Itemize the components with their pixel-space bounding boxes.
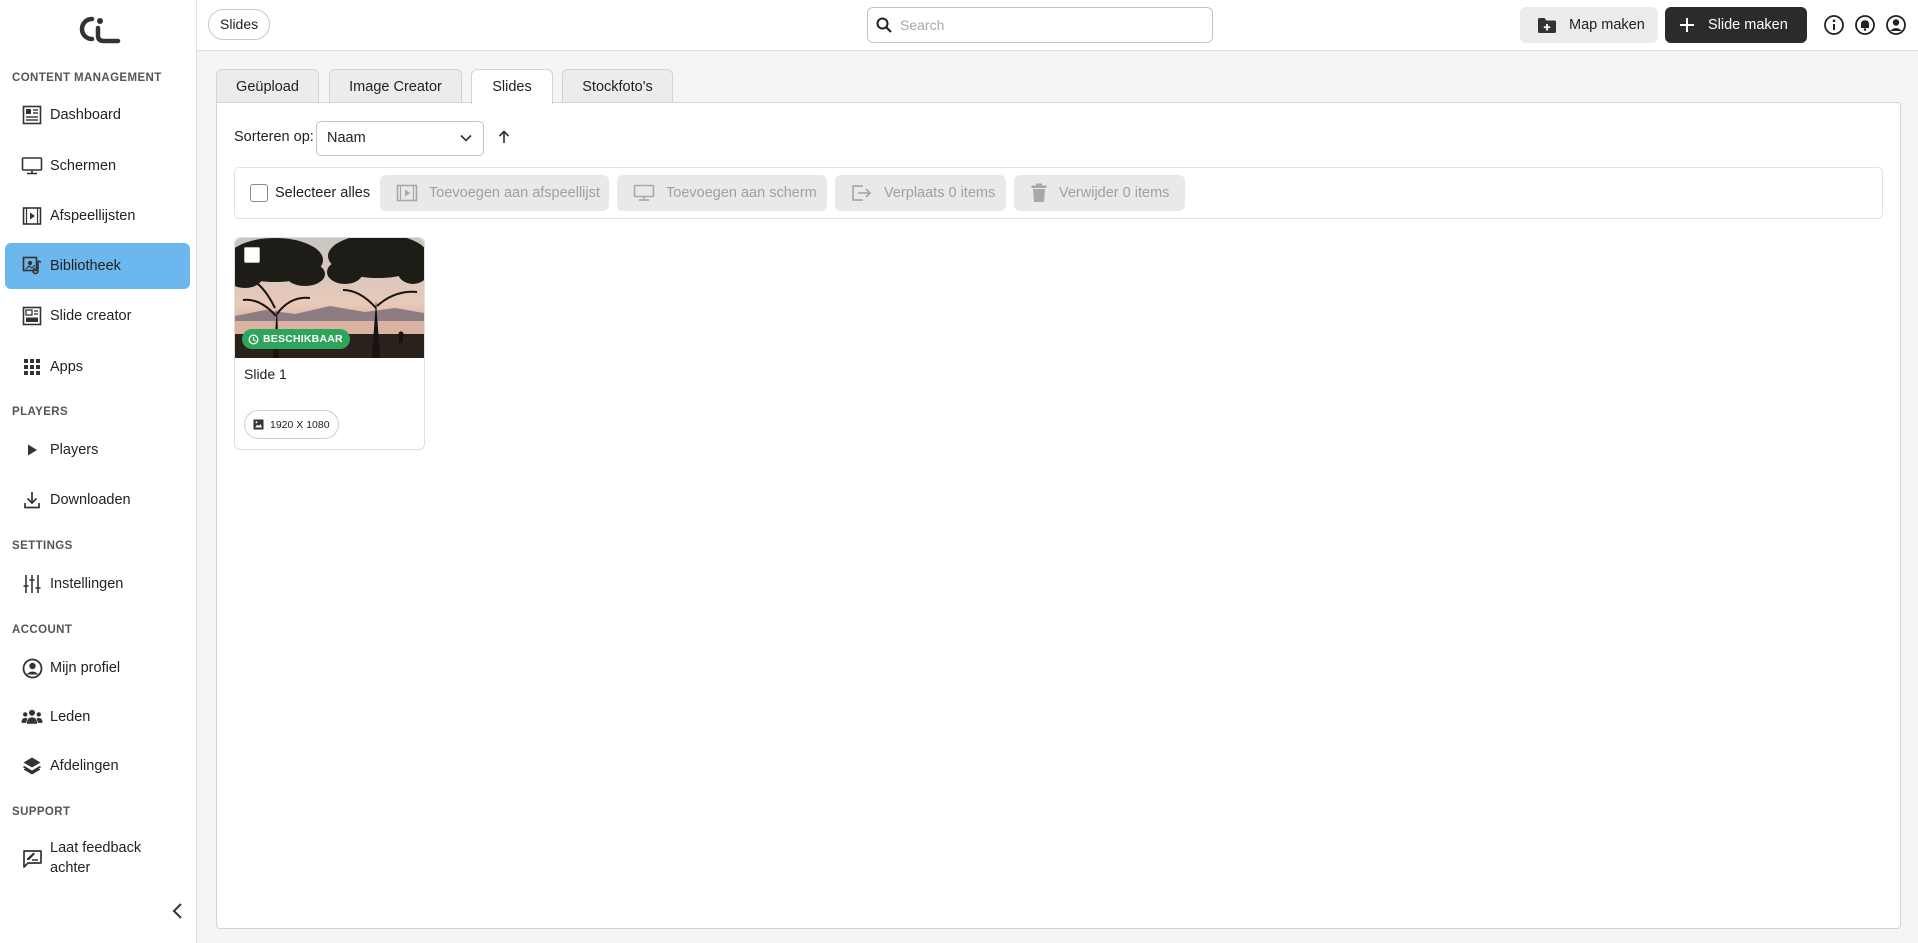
sidebar-item-slide-creator[interactable]: Slide creator — [5, 293, 190, 339]
play-icon — [21, 439, 43, 461]
section-support: SUPPORT — [12, 806, 71, 818]
playlist-icon — [396, 184, 418, 202]
slide-maken-button[interactable]: Slide maken — [1665, 7, 1807, 43]
section-settings: SETTINGS — [12, 540, 73, 552]
feedback-icon — [21, 848, 43, 870]
resolution-badge: 1920 X 1080 — [244, 410, 339, 439]
sidebar-item-label: Downloaden — [50, 492, 131, 508]
monitor-icon — [633, 184, 655, 201]
feedback-label-line-2: achter — [50, 860, 91, 876]
info-icon[interactable] — [1823, 14, 1845, 36]
sidebar-item-label: Schermen — [50, 158, 117, 174]
sidebar-item-label: Players — [50, 442, 99, 458]
breadcrumb[interactable]: Slides — [208, 9, 271, 40]
notifications-bell-icon[interactable] — [1854, 14, 1876, 36]
add-to-playlist-button[interactable]: Toevoegen aan afspeellijst — [380, 175, 609, 211]
trash-icon — [1031, 183, 1047, 202]
sidebar-item-label: Leden — [50, 709, 91, 725]
sidebar-item-dashboard[interactable]: Dashboard — [5, 92, 190, 138]
move-icon — [852, 185, 872, 201]
sidebar-item-schermen[interactable]: Schermen — [5, 143, 190, 189]
delete-items-label: Verwijder 0 items — [1059, 185, 1170, 201]
map-maken-label: Map maken — [1569, 17, 1645, 33]
tab-slides[interactable]: Slides — [471, 69, 553, 104]
delete-items-button[interactable]: Verwijder 0 items — [1014, 175, 1185, 211]
chevron-down-icon — [460, 134, 472, 142]
sidebar-item-afspeellijsten[interactable]: Afspeellijsten — [5, 193, 190, 239]
slide-card[interactable]: BESCHIKBAAR Slide 1 1920 X 1080 — [234, 237, 425, 450]
slide-maken-label: Slide maken — [1708, 17, 1788, 33]
status-badge-label: BESCHIKBAAR — [263, 333, 343, 345]
section-content-management: CONTENT MANAGEMENT — [12, 72, 162, 84]
collapse-sidebar-icon[interactable] — [170, 902, 186, 920]
sidebar-item-feedback[interactable]: Laat feedback achter — [5, 834, 190, 884]
plus-icon — [1680, 18, 1694, 32]
sidebar-item-leden[interactable]: Leden — [5, 694, 190, 740]
move-items-label: Verplaats 0 items — [884, 185, 996, 201]
sidebar-item-label: Laat feedback achter — [50, 838, 141, 878]
search-box[interactable] — [867, 7, 1213, 43]
tab-image-creator[interactable]: Image Creator — [329, 69, 462, 103]
clock-icon — [248, 334, 259, 344]
add-to-screen-label: Toevoegen aan scherm — [666, 185, 817, 201]
select-all-checkbox[interactable] — [250, 184, 268, 202]
section-players: PLAYERS — [12, 406, 69, 418]
app-logo[interactable] — [72, 14, 122, 44]
sidebar-item-apps[interactable]: Apps — [5, 344, 190, 390]
library-panel: Sorteren op: Naam Selecteer alles Toevoe… — [216, 102, 1901, 929]
sidebar-item-instellingen[interactable]: Instellingen — [5, 561, 190, 607]
map-maken-button[interactable]: Map maken — [1520, 7, 1658, 43]
add-to-playlist-label: Toevoegen aan afspeellijst — [429, 185, 600, 201]
move-items-button[interactable]: Verplaats 0 items — [835, 175, 1006, 211]
users-icon — [21, 706, 43, 728]
search-icon — [876, 17, 892, 33]
monitor-icon — [21, 155, 43, 177]
new-folder-icon — [1538, 17, 1556, 33]
search-input[interactable] — [900, 8, 1200, 42]
slide-title: Slide 1 — [244, 366, 287, 382]
select-all-label[interactable]: Selecteer alles — [275, 185, 370, 201]
feedback-label-line-1: Laat feedback — [50, 840, 142, 856]
sidebar-item-label: Afspeellijsten — [50, 208, 136, 224]
top-header: Slides Map maken Slide maken — [197, 0, 1918, 51]
add-to-screen-button[interactable]: Toevoegen aan scherm — [617, 175, 827, 211]
sort-value: Naam — [327, 130, 366, 146]
resolution-label: 1920 X 1080 — [270, 418, 330, 431]
sliders-icon — [21, 573, 43, 595]
sidebar-item-label: Apps — [50, 359, 84, 375]
sidebar-item-label: Instellingen — [50, 576, 124, 592]
account-icon[interactable] — [1885, 14, 1907, 36]
tab-geupload[interactable]: Geüpload — [216, 69, 319, 103]
library-icon — [21, 255, 43, 277]
sidebar-item-downloaden[interactable]: Downloaden — [5, 477, 190, 523]
sidebar-item-bibliotheek[interactable]: Bibliotheek — [5, 243, 190, 289]
sidebar-item-label: Mijn profiel — [50, 660, 121, 676]
sidebar: CONTENT MANAGEMENT Dashboard Schermen Af… — [0, 0, 197, 943]
bulk-actions-toolbar: Selecteer alles Toevoegen aan afspeellij… — [234, 167, 1883, 219]
sidebar-item-label: Slide creator — [50, 308, 132, 324]
slide-creator-icon — [21, 305, 43, 327]
tab-stockfotos[interactable]: Stockfoto's — [562, 69, 673, 103]
sort-ascending-arrow-icon[interactable] — [497, 129, 511, 145]
sidebar-item-afdelingen[interactable]: Afdelingen — [5, 743, 190, 789]
slide-select-checkbox[interactable] — [244, 247, 260, 263]
status-badge: BESCHIKBAAR — [242, 329, 350, 349]
sort-label: Sorteren op: — [234, 129, 314, 145]
section-account: ACCOUNT — [12, 624, 73, 636]
sort-select[interactable]: Naam — [316, 121, 484, 156]
sidebar-item-label: Afdelingen — [50, 758, 119, 774]
sidebar-item-mijn-profiel[interactable]: Mijn profiel — [5, 645, 190, 691]
download-icon — [21, 489, 43, 511]
sidebar-item-label: Bibliotheek — [50, 258, 121, 274]
layers-icon — [21, 755, 43, 777]
playlist-icon — [21, 205, 43, 227]
sidebar-item-label: Dashboard — [50, 107, 121, 123]
sidebar-item-players[interactable]: Players — [5, 427, 190, 473]
apps-grid-icon — [21, 356, 43, 378]
dashboard-icon — [21, 104, 43, 126]
image-icon — [253, 419, 264, 430]
user-circle-icon — [21, 657, 43, 679]
